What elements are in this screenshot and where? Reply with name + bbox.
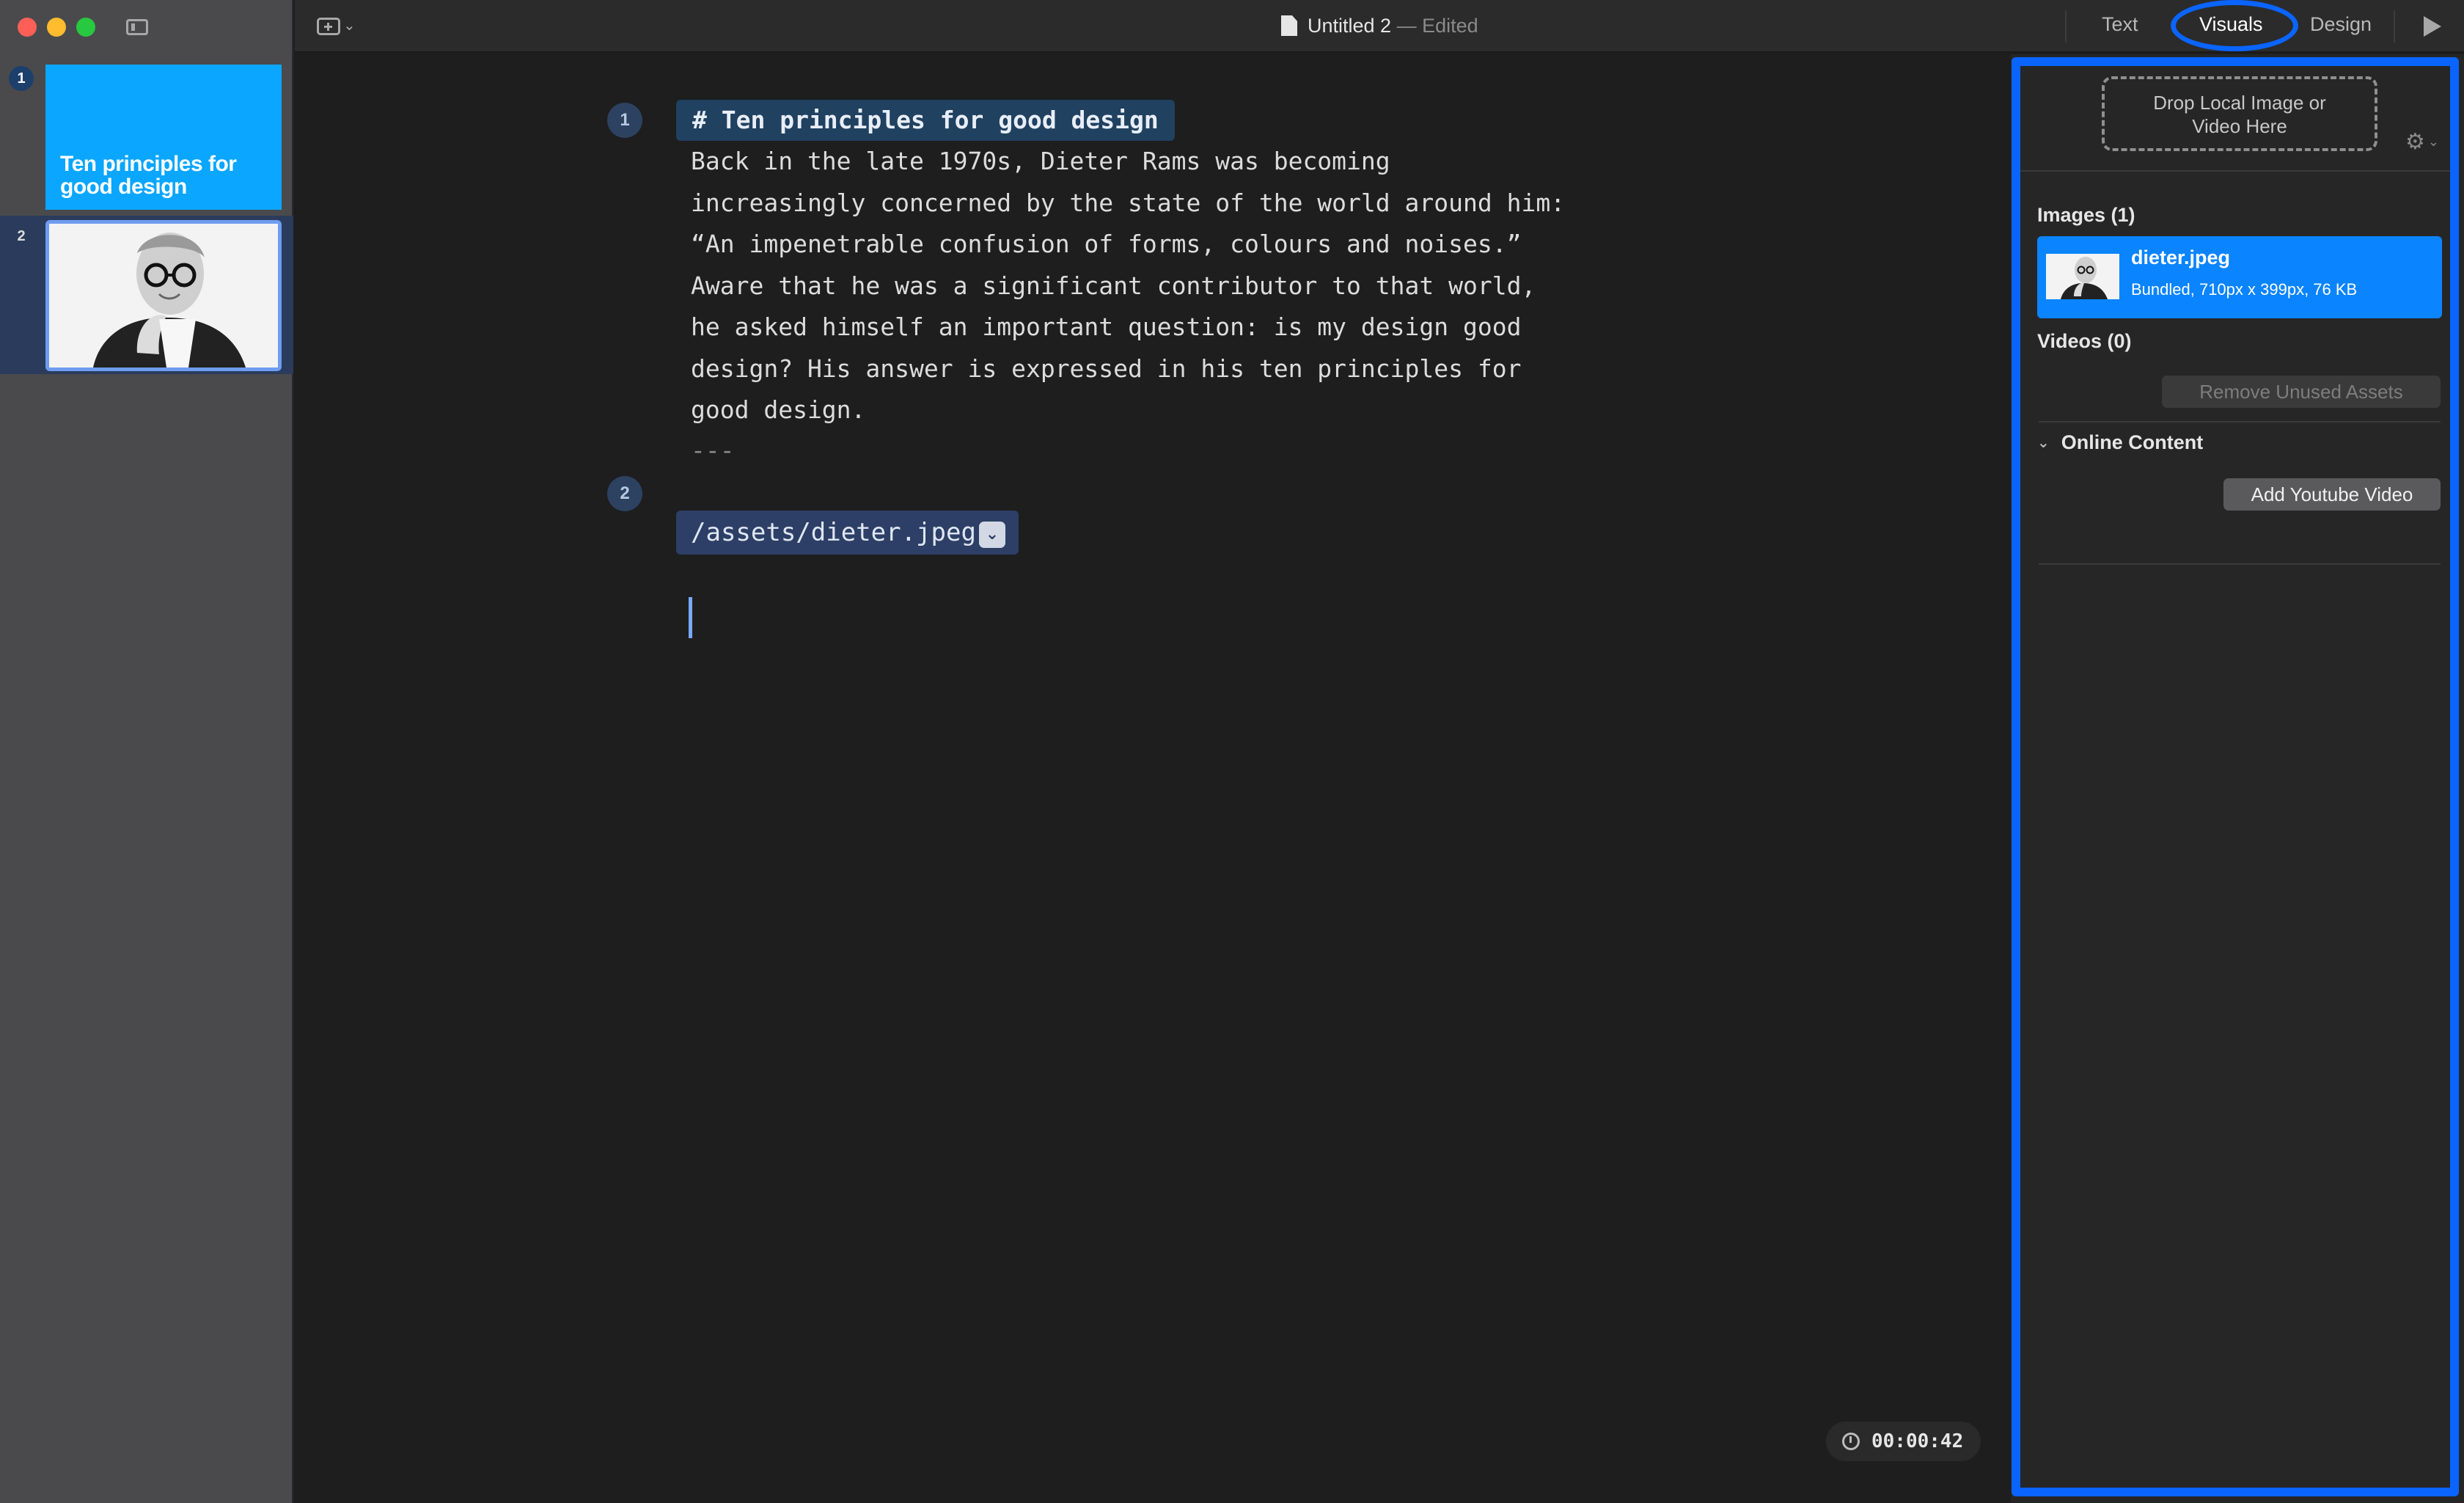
paragraph-line: Back in the late 1970s, Dieter Rams was … bbox=[691, 147, 1390, 175]
close-window-button[interactable] bbox=[18, 18, 37, 37]
toolbar: ⌄ Untitled 2 — Edited bbox=[295, 0, 2464, 53]
document-status: Edited bbox=[1422, 15, 1478, 37]
history-clock-icon bbox=[1842, 1433, 1860, 1450]
gear-icon[interactable]: ⚙ ⌄ bbox=[2405, 129, 2439, 155]
dieter-thumbnail-image bbox=[2046, 254, 2119, 299]
text-cursor bbox=[689, 597, 692, 638]
slide-separator: --- bbox=[691, 436, 735, 464]
divider bbox=[2020, 170, 2455, 172]
chevron-down-icon: ⌄ bbox=[2037, 435, 2050, 451]
slide-thumbnail-title: Ten principles for good design bbox=[60, 152, 237, 199]
videos-header: Videos (0) bbox=[2037, 330, 2132, 352]
asset-reference[interactable]: /assets/dieter.jpeg ⌄ bbox=[676, 511, 1019, 555]
sidebar-toggle-icon[interactable] bbox=[126, 19, 148, 35]
minimize-window-button[interactable] bbox=[47, 18, 66, 37]
chevron-down-icon[interactable]: ⌄ bbox=[343, 16, 356, 34]
paragraph-line: “An impenetrable confusion of forms, col… bbox=[691, 230, 1522, 258]
heading-line[interactable]: # Ten principles for good design bbox=[676, 100, 1175, 141]
slide-number-2: 2 bbox=[17, 228, 26, 244]
asset-path: /assets/dieter.jpeg bbox=[691, 518, 976, 547]
timer-value: 00:00:42 bbox=[1871, 1430, 1964, 1452]
paragraph-line: Aware that he was a significant contribu… bbox=[691, 271, 1536, 300]
dropzone-label-line1: Drop Local Image or bbox=[2153, 92, 2326, 114]
slide-marker-1[interactable]: 1 bbox=[607, 103, 642, 138]
document-name: Untitled 2 bbox=[1308, 15, 1392, 37]
add-slide-icon[interactable] bbox=[317, 18, 340, 35]
zoom-window-button[interactable] bbox=[76, 18, 95, 37]
paragraph-line: he asked himself an important question: … bbox=[691, 312, 1522, 341]
online-content-disclosure[interactable]: ⌄ Online Content bbox=[2037, 431, 2203, 454]
tab-separator bbox=[2394, 10, 2395, 43]
presentation-timer[interactable]: 00:00:42 bbox=[1826, 1422, 1981, 1461]
document-title: Untitled 2 — Edited bbox=[1281, 15, 1478, 37]
asset-thumbnail bbox=[2046, 254, 2119, 299]
image-asset-row[interactable]: dieter.jpeg Bundled, 710px x 399px, 76 K… bbox=[2037, 236, 2442, 318]
slide-sidebar: 1 Ten principles for good design 2 bbox=[0, 0, 293, 1503]
media-dropzone[interactable]: Drop Local Image or Video Here bbox=[2102, 76, 2377, 151]
visuals-panel: Drop Local Image or Video Here ⚙ ⌄ Images… bbox=[2011, 54, 2464, 1503]
asset-metadata: Bundled, 710px x 399px, 76 KB bbox=[2131, 280, 2358, 299]
asset-filename: dieter.jpeg bbox=[2131, 246, 2231, 268]
remove-unused-assets-button[interactable]: Remove Unused Assets bbox=[2162, 376, 2441, 408]
paragraph-line: good design. bbox=[691, 395, 866, 424]
play-icon[interactable] bbox=[2424, 16, 2441, 37]
paragraph-line: design? His answer is expressed in his t… bbox=[691, 354, 1522, 383]
dieter-portrait-image bbox=[49, 224, 278, 367]
slide-thumbnail-2[interactable] bbox=[45, 220, 282, 371]
visuals-tab-highlight-ring bbox=[2171, 0, 2298, 51]
tab-design[interactable]: Design bbox=[2310, 13, 2372, 36]
slide-marker-2[interactable]: 2 bbox=[607, 476, 642, 511]
online-content-label: Online Content bbox=[2061, 431, 2204, 453]
document-icon bbox=[1281, 15, 1297, 36]
divider bbox=[2039, 563, 2441, 565]
dropzone-label-line2: Video Here bbox=[2192, 115, 2287, 137]
slide-number-1: 1 bbox=[9, 66, 34, 91]
add-youtube-video-button[interactable]: Add Youtube Video bbox=[2223, 478, 2441, 511]
slide-thumbnail-1[interactable]: Ten principles for good design bbox=[45, 65, 282, 210]
paragraph-text[interactable]: Back in the late 1970s, Dieter Rams was … bbox=[691, 141, 1791, 431]
divider bbox=[2039, 421, 2441, 423]
tab-separator bbox=[2065, 10, 2067, 43]
chevron-down-icon[interactable]: ⌄ bbox=[978, 522, 1005, 548]
paragraph-line: increasingly concerned by the state of t… bbox=[691, 188, 1566, 217]
images-header: Images (1) bbox=[2037, 204, 2135, 226]
markdown-editor[interactable]: 1 # Ten principles for good design Back … bbox=[295, 54, 2009, 1503]
tab-text[interactable]: Text bbox=[2102, 13, 2138, 36]
